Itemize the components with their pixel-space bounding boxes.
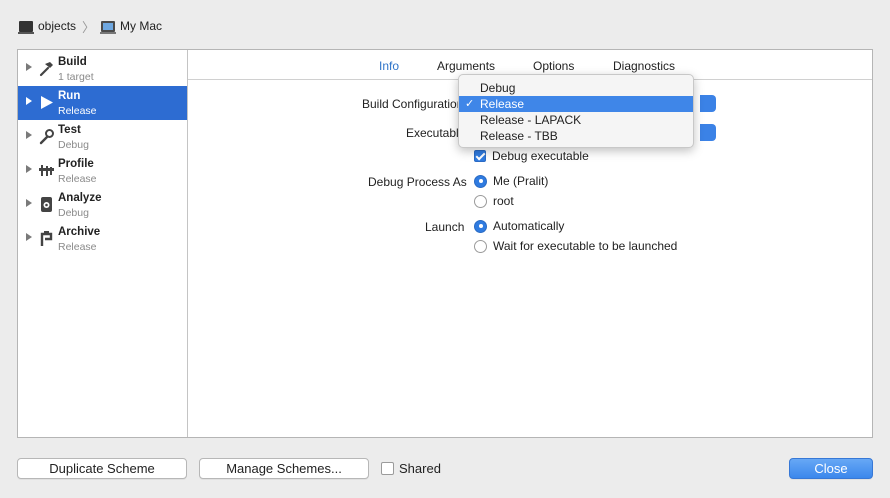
disclosure-triangle-icon[interactable] bbox=[26, 233, 32, 241]
debug-executable-checkbox[interactable]: Debug executable bbox=[474, 149, 589, 163]
breadcrumb: objects 〉 My Mac bbox=[18, 18, 162, 35]
radio-me-label: Me (Pralit) bbox=[493, 174, 549, 188]
archive-icon bbox=[38, 229, 55, 247]
sidebar-item-subtitle: Debug bbox=[58, 139, 89, 151]
tab-options[interactable]: Options bbox=[533, 59, 574, 73]
radio-selected-icon[interactable] bbox=[474, 219, 487, 233]
radio-wait-label: Wait for executable to be launched bbox=[493, 239, 678, 253]
duplicate-scheme-button[interactable]: Duplicate Scheme bbox=[17, 458, 187, 479]
breadcrumb-separator-icon: 〉 bbox=[82, 19, 96, 35]
checkbox-checked-icon[interactable] bbox=[474, 150, 486, 162]
menu-item-release-tbb[interactable]: Release - TBB bbox=[459, 128, 693, 144]
radio-debug-as-me[interactable]: Me (Pralit) bbox=[474, 174, 548, 188]
sidebar-item-subtitle: Release bbox=[58, 173, 97, 185]
menu-item-release-lapack[interactable]: Release - LAPACK bbox=[459, 112, 693, 128]
tab-arguments[interactable]: Arguments bbox=[437, 59, 495, 73]
play-icon bbox=[38, 93, 55, 111]
sidebar-item-title: Analyze bbox=[58, 192, 102, 204]
scheme-editor-panel: Build 1 target Run Release Test Debug Pr… bbox=[17, 49, 873, 438]
build-configuration-menu: Debug ✓ Release Release - LAPACK Release … bbox=[458, 74, 694, 148]
close-button[interactable]: Close bbox=[789, 458, 873, 479]
hammer-icon bbox=[38, 59, 55, 77]
sidebar-item-title: Archive bbox=[58, 226, 101, 238]
checkbox-unchecked-icon[interactable] bbox=[381, 462, 394, 475]
sidebar-item-subtitle: 1 target bbox=[58, 71, 94, 83]
menu-item-debug[interactable]: Debug bbox=[459, 80, 693, 96]
breadcrumb-project[interactable]: objects bbox=[38, 19, 76, 33]
disclosure-triangle-icon[interactable] bbox=[26, 63, 32, 71]
sidebar-item-subtitle: Debug bbox=[58, 207, 89, 219]
sidebar-item-build[interactable]: Build 1 target bbox=[18, 52, 187, 86]
sidebar-item-test[interactable]: Test Debug bbox=[18, 120, 187, 154]
debug-process-as-label: Debug Process As bbox=[368, 175, 467, 189]
tab-info[interactable]: Info bbox=[379, 59, 399, 73]
breadcrumb-destination[interactable]: My Mac bbox=[120, 19, 162, 33]
disclosure-triangle-icon[interactable] bbox=[26, 165, 32, 173]
radio-debug-as-root[interactable]: root bbox=[474, 194, 514, 208]
sidebar-item-subtitle: Release bbox=[58, 105, 97, 117]
menu-item-label: Release - TBB bbox=[480, 129, 558, 143]
launch-label: Launch bbox=[425, 220, 465, 234]
radio-selected-icon[interactable] bbox=[474, 174, 487, 188]
tab-diagnostics[interactable]: Diagnostics bbox=[613, 59, 675, 73]
menu-item-label: Debug bbox=[480, 81, 516, 95]
radio-launch-wait[interactable]: Wait for executable to be launched bbox=[474, 239, 677, 253]
radio-launch-automatically[interactable]: Automatically bbox=[474, 219, 564, 233]
build-configuration-label: Build Configuration bbox=[362, 97, 464, 111]
executable-label: Executable bbox=[406, 126, 466, 140]
menu-item-label: Release - LAPACK bbox=[480, 113, 582, 127]
sidebar-item-run[interactable]: Run Release bbox=[18, 86, 187, 120]
checkmark-icon: ✓ bbox=[465, 98, 475, 110]
radio-unselected-icon[interactable] bbox=[474, 239, 487, 253]
debug-executable-label: Debug executable bbox=[492, 149, 589, 163]
disclosure-triangle-icon[interactable] bbox=[26, 97, 32, 105]
mac-icon bbox=[100, 20, 117, 34]
scheme-action-sidebar: Build 1 target Run Release Test Debug Pr… bbox=[18, 50, 188, 437]
executable-popup[interactable] bbox=[700, 124, 716, 141]
wrench-icon bbox=[38, 127, 55, 145]
sidebar-item-analyze[interactable]: Analyze Debug bbox=[18, 188, 187, 222]
sidebar-item-title: Run bbox=[58, 90, 81, 102]
gauge-icon bbox=[38, 161, 55, 179]
disclosure-triangle-icon[interactable] bbox=[26, 131, 32, 139]
terminal-icon bbox=[18, 20, 34, 34]
disclosure-triangle-icon[interactable] bbox=[26, 199, 32, 207]
menu-item-label: Release bbox=[480, 97, 525, 111]
radio-unselected-icon[interactable] bbox=[474, 194, 487, 208]
shared-label: Shared bbox=[399, 461, 441, 476]
radio-automatically-label: Automatically bbox=[493, 219, 565, 233]
sidebar-item-title: Build bbox=[58, 56, 87, 68]
menu-item-release[interactable]: ✓ Release bbox=[459, 96, 693, 112]
shared-checkbox[interactable]: Shared bbox=[381, 461, 441, 476]
manage-schemes-button[interactable]: Manage Schemes... bbox=[199, 458, 369, 479]
analyze-icon bbox=[38, 195, 55, 213]
sidebar-item-title: Test bbox=[58, 124, 81, 136]
sidebar-item-subtitle: Release bbox=[58, 241, 97, 253]
radio-root-label: root bbox=[493, 194, 514, 208]
sidebar-item-title: Profile bbox=[58, 158, 94, 170]
build-configuration-popup[interactable] bbox=[700, 95, 716, 112]
sidebar-item-profile[interactable]: Profile Release bbox=[18, 154, 187, 188]
sidebar-item-archive[interactable]: Archive Release bbox=[18, 222, 187, 256]
